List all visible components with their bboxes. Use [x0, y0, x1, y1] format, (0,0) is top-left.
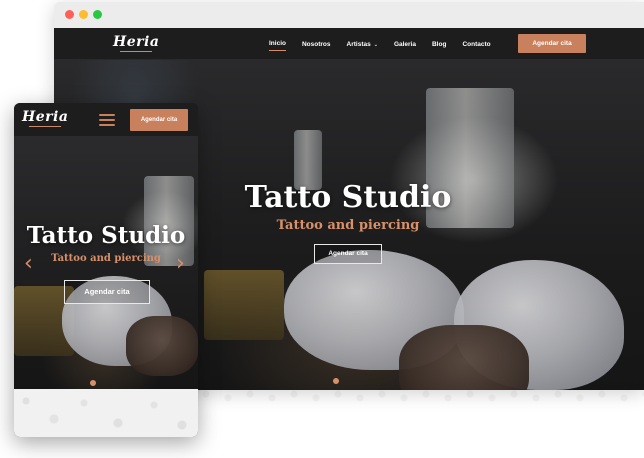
nav-item-artistas[interactable]: Artistas ⌄ [347, 39, 378, 50]
close-dot[interactable] [65, 10, 74, 19]
nav-item-galeria[interactable]: Galeria [394, 39, 416, 50]
desktop-navbar: Heria Inicio Nosotros Artistas ⌄ Galeria … [54, 28, 644, 60]
desktop-hero-cta-button[interactable]: Agendar cita [314, 244, 382, 264]
minimize-dot[interactable] [79, 10, 88, 19]
nav-item-contacto[interactable]: Contacto [462, 39, 490, 50]
desktop-nav-menu: Inicio Nosotros Artistas ⌄ Galeria Blog C… [269, 28, 507, 60]
maximize-dot[interactable] [93, 10, 102, 19]
nav-item-inicio[interactable]: Inicio [269, 38, 286, 51]
mobile-hero-cta-button[interactable]: Agendar cita [64, 280, 150, 304]
desktop-nav-cta-button[interactable]: Agendar cita [518, 34, 586, 53]
mockup-showcase: Heria Inicio Nosotros Artistas ⌄ Galeria … [0, 0, 644, 458]
mobile-device: Heria Agendar cita Tatto Studio Tattoo a… [14, 103, 198, 437]
chevron-down-icon: ⌄ [373, 41, 378, 48]
carousel-indicator[interactable] [333, 378, 339, 384]
mobile-navbar: Heria Agendar cita [14, 103, 198, 136]
background-pattern [198, 388, 644, 404]
logo-text: Heria [113, 34, 160, 50]
logo-flourish [119, 51, 153, 53]
hero-photo-arm [126, 316, 198, 376]
chevron-right-icon[interactable]: › [176, 253, 185, 275]
browser-title-bar [54, 2, 644, 28]
nav-item-nosotros[interactable]: Nosotros [302, 39, 331, 50]
mobile-hero: Tatto Studio Tattoo and piercing ‹ › Age… [14, 136, 198, 389]
chevron-left-icon[interactable]: ‹ [24, 253, 33, 275]
mobile-logo-text: Heria [22, 109, 69, 125]
mobile-pattern-footer [14, 389, 198, 437]
hero-photo-arm [399, 325, 529, 390]
hamburger-icon[interactable] [99, 114, 115, 126]
carousel-indicator[interactable] [90, 380, 96, 386]
logo-flourish [28, 126, 62, 128]
mobile-hero-title: Tatto Studio [26, 222, 186, 249]
site-logo[interactable]: Heria [113, 34, 159, 53]
mobile-site-logo[interactable]: Heria [22, 109, 68, 128]
nav-item-blog[interactable]: Blog [432, 39, 446, 50]
mobile-hero-subtitle: Tattoo and piercing [51, 253, 161, 264]
nav-item-artistas-label: Artistas [346, 40, 371, 48]
mobile-nav-cta-button[interactable]: Agendar cita [130, 109, 188, 131]
hero-photo-machine [204, 270, 284, 340]
